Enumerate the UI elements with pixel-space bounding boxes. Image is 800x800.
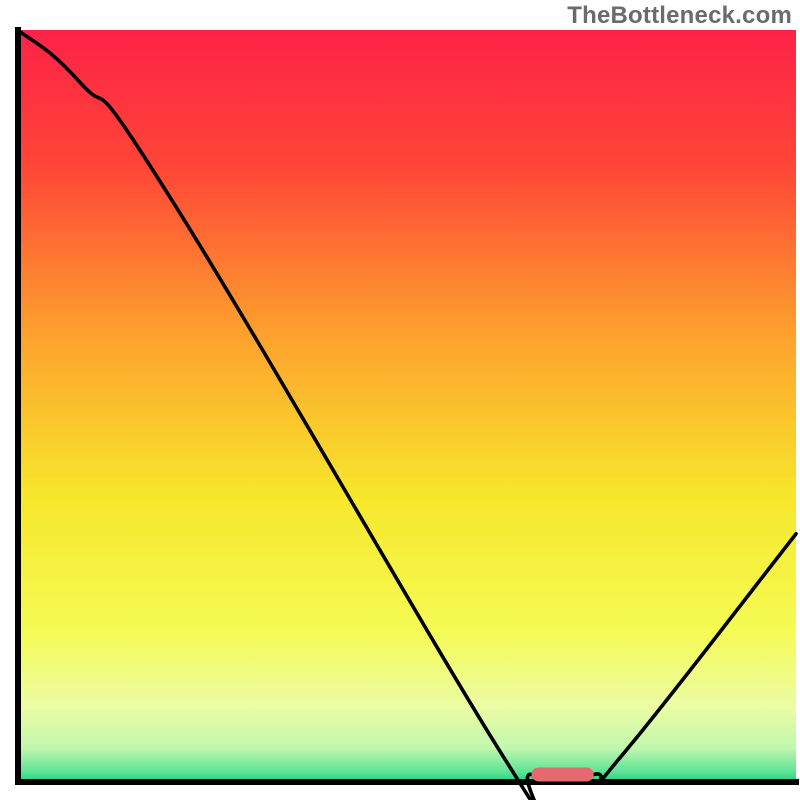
optimum-marker xyxy=(531,767,593,781)
chart-container: TheBottleneck.com xyxy=(0,0,800,800)
bottleneck-chart xyxy=(0,0,800,800)
watermark-text: TheBottleneck.com xyxy=(567,2,792,30)
